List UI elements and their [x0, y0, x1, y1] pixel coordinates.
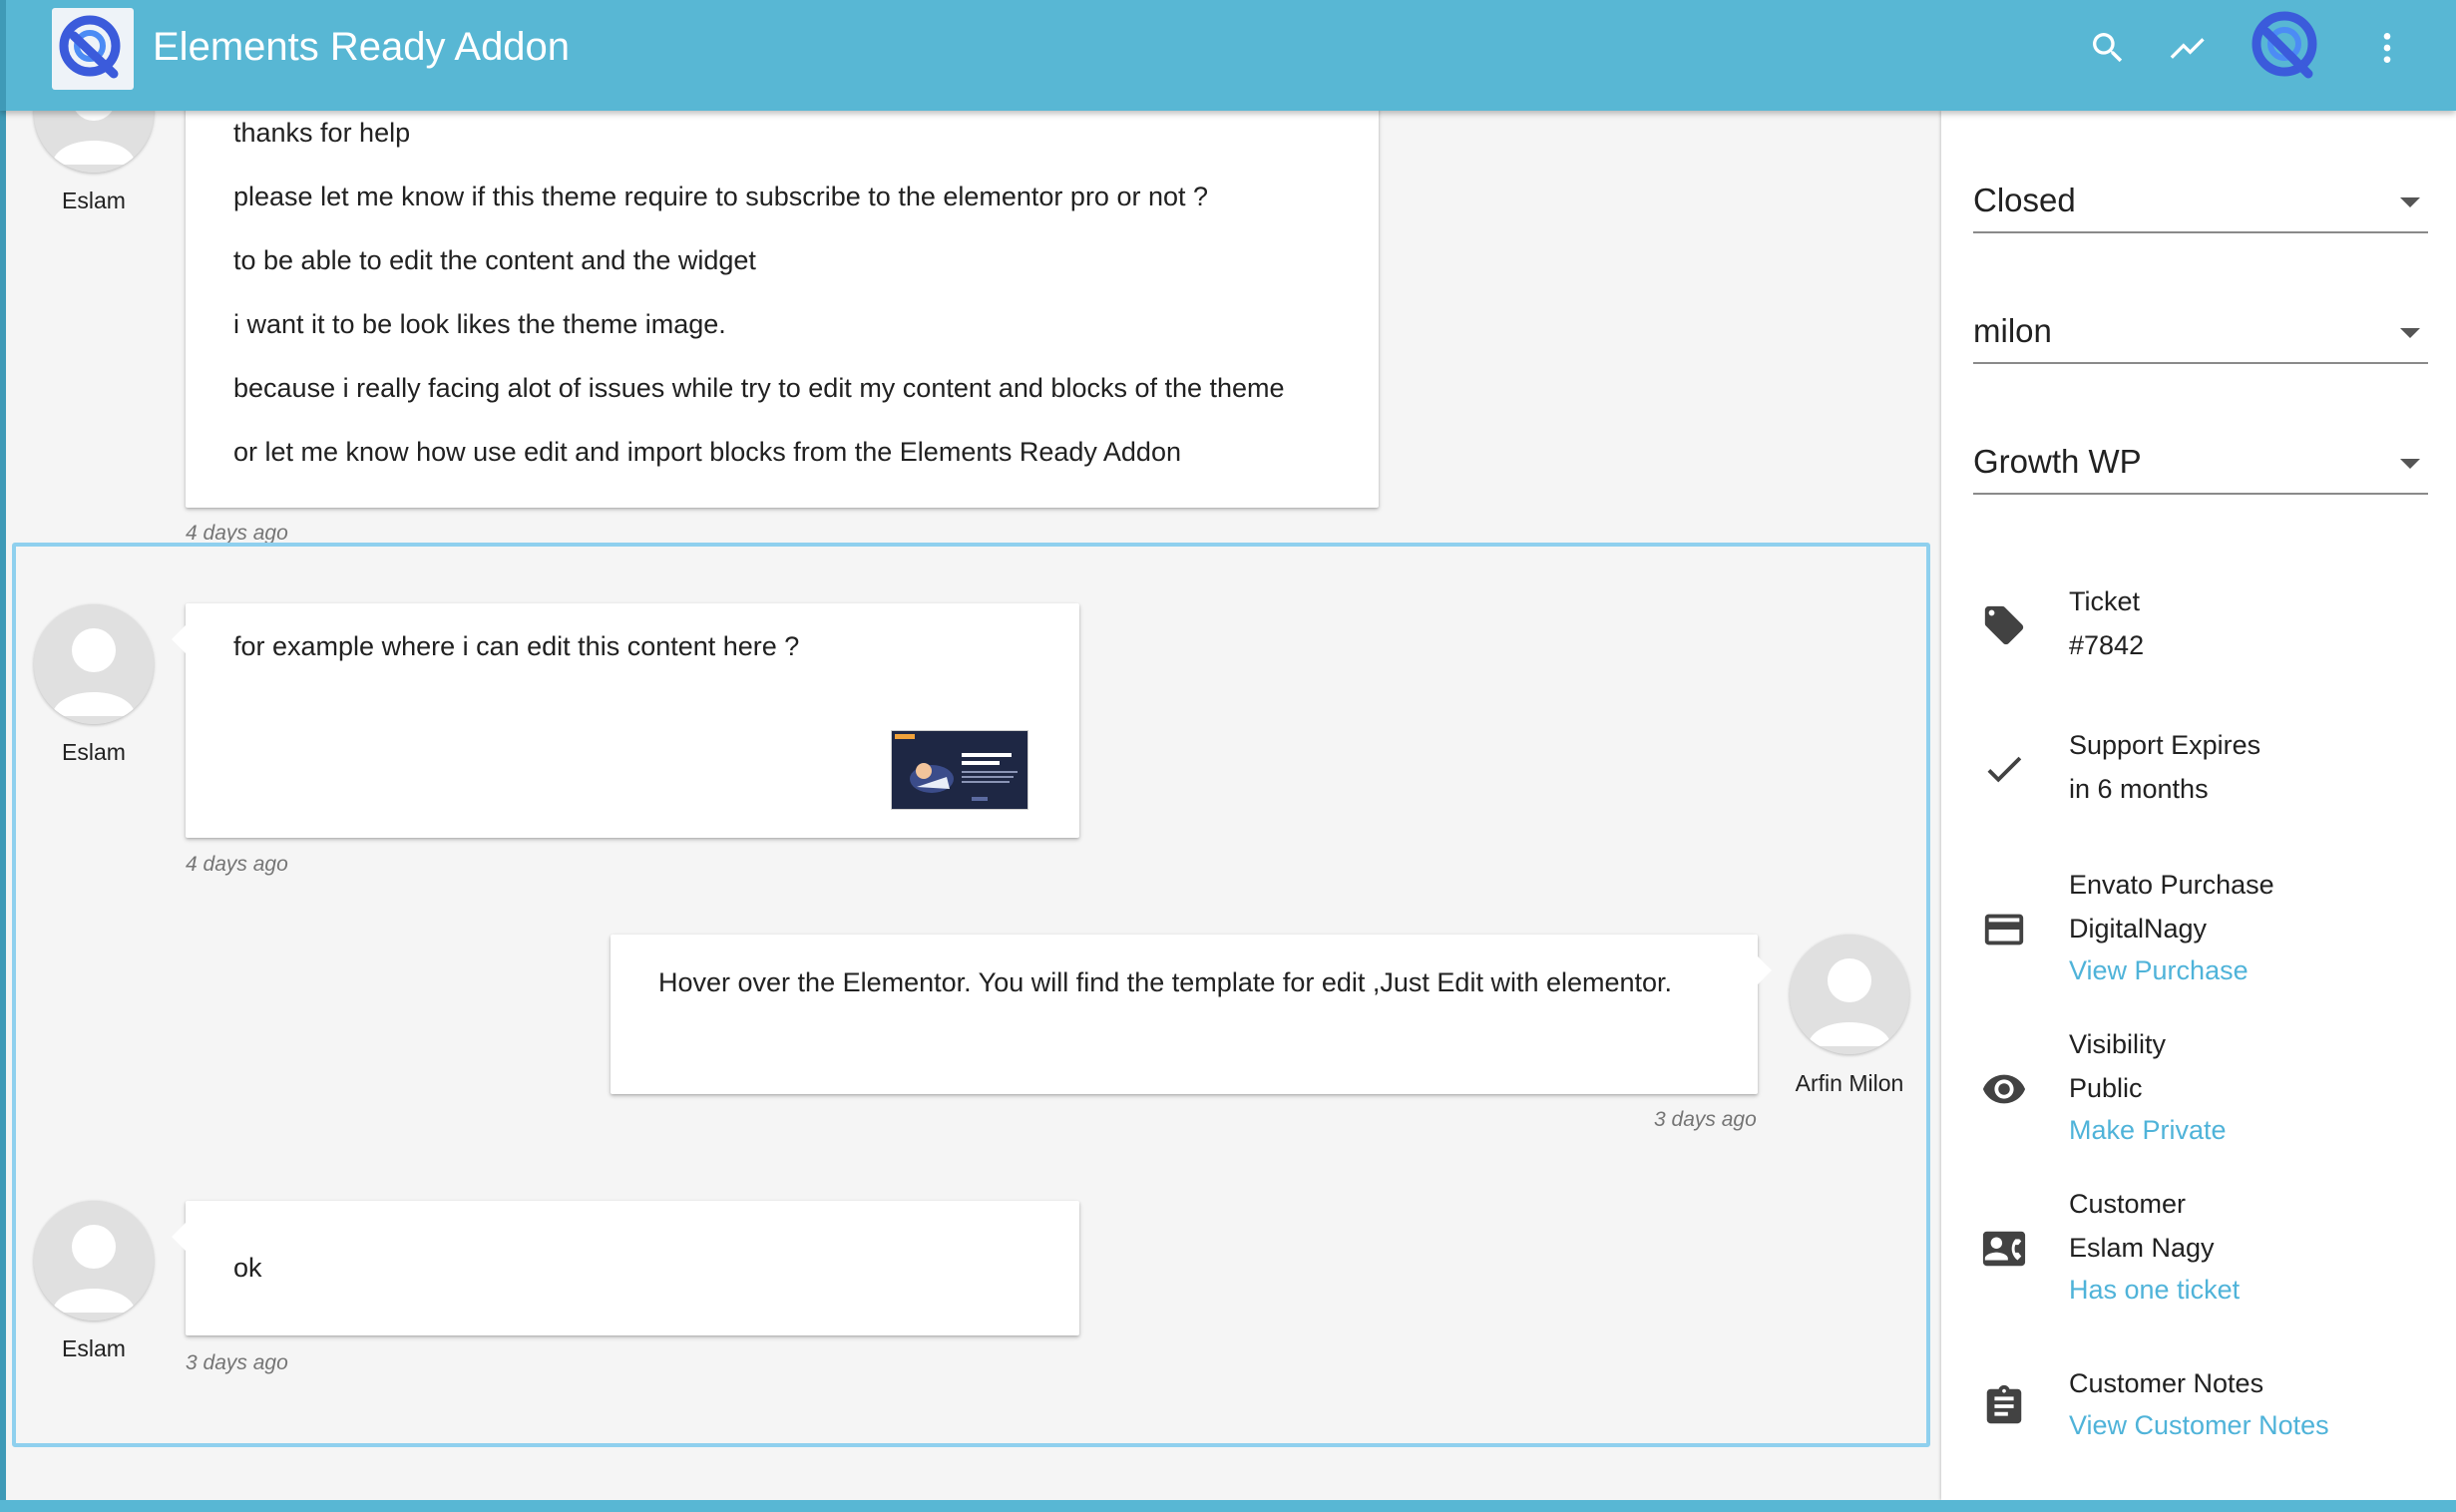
eye-icon [1981, 1066, 2027, 1112]
status-select[interactable]: Closed [1973, 174, 2428, 233]
author-name: Arfin Milon [1795, 1070, 1904, 1096]
make-private-link[interactable]: Make Private [2069, 1110, 2227, 1150]
customer-label: Customer [2069, 1189, 2187, 1219]
purchase-username: DigitalNagy [2069, 914, 2208, 944]
more-menu-button[interactable] [2364, 25, 2410, 71]
card-pointer [172, 1223, 186, 1251]
search-icon [2093, 33, 2123, 63]
tag-icon [1981, 602, 2027, 648]
support-text: Support Expires in 6 months [2069, 723, 2260, 811]
agent-select-value: milon [1973, 312, 2052, 349]
customer-name: Eslam Nagy [2069, 1233, 2215, 1263]
check-icon [1981, 746, 2027, 792]
message-card: Hover over the Elementor. You will find … [611, 935, 1772, 1094]
clipboard-icon [1981, 1383, 2027, 1429]
message-text: Hover over the Elementor. You will find … [658, 967, 1673, 997]
card-pointer [172, 625, 186, 653]
user-avatar-button[interactable] [2247, 6, 2326, 86]
avatar [34, 1201, 154, 1321]
main-edge [0, 111, 6, 1502]
message-card: thanks for help please let me know if th… [186, 111, 1379, 508]
message-text: or let me know how use edit and import b… [233, 437, 1181, 467]
app-logo[interactable] [52, 8, 134, 90]
author-name: Eslam [62, 1335, 126, 1361]
ticket-sidebar: Closed milon Growth WP Ticket #7842 Supp… [1941, 111, 2456, 1500]
message-text: to be able to edit the content and the w… [233, 245, 756, 275]
image-icon [892, 731, 1027, 809]
purchase-label: Envato Purchase [2069, 870, 2274, 900]
message-text: i want it to be look likes the theme ima… [233, 309, 726, 339]
message-text: thanks for help [233, 118, 411, 148]
avatar [1790, 935, 1909, 1054]
support-expiry: in 6 months [2069, 774, 2209, 804]
view-purchase-link[interactable]: View Purchase [2069, 950, 2274, 990]
customer-text: Customer Eslam Nagy Has one ticket [2069, 1182, 2240, 1310]
contact-card-icon [1981, 1226, 2027, 1272]
ticket-label: Ticket [2069, 586, 2141, 616]
bottom-bar [0, 1500, 2456, 1512]
message-timestamp: 4 days ago [186, 522, 288, 545]
product-select[interactable]: Growth WP [1973, 435, 2428, 495]
message-text: for example where i can edit this conten… [233, 631, 800, 661]
trending-up-icon [2170, 38, 2205, 59]
view-customer-notes-link[interactable]: View Customer Notes [2069, 1405, 2329, 1445]
agent-select[interactable]: milon [1973, 304, 2428, 364]
app-bar: Elements Ready Addon [0, 0, 2456, 111]
customer-notes-label: Customer Notes [2069, 1368, 2264, 1398]
author-name: Eslam [62, 188, 126, 213]
logo-icon [59, 15, 121, 79]
dropdown-arrow-icon [2400, 459, 2420, 469]
message-card: ok [172, 1201, 1079, 1335]
person-icon [34, 604, 154, 724]
support-label: Support Expires [2069, 730, 2261, 760]
person-icon [34, 111, 154, 173]
message-timestamp: 4 days ago [186, 853, 288, 876]
user-avatar-icon [2251, 11, 2317, 79]
status-select-value: Closed [1973, 182, 2076, 218]
person-icon [34, 1201, 154, 1321]
more-vert-icon [2383, 33, 2391, 63]
ticket-text: Ticket #7842 [2069, 579, 2144, 667]
app-bar-edge [0, 0, 6, 111]
customer-tickets-link[interactable]: Has one ticket [2069, 1270, 2240, 1310]
credit-card-icon [1981, 907, 2027, 952]
purchase-text: Envato Purchase DigitalNagy View Purchas… [2069, 863, 2274, 990]
author-name: Eslam [62, 739, 126, 765]
conversation-panel[interactable]: Eslam thanks for help please let me know… [0, 111, 1941, 1502]
message-timestamp: 3 days ago [186, 1351, 288, 1374]
attachment-thumbnail[interactable] [891, 730, 1028, 810]
message-card: for example where i can edit this conten… [172, 603, 1079, 838]
visibility-label: Visibility [2069, 1029, 2167, 1059]
ticket-number: #7842 [2069, 630, 2145, 660]
person-icon [1790, 935, 1909, 1054]
app-title: Elements Ready Addon [153, 25, 571, 69]
visibility-text: Visibility Public Make Private [2069, 1022, 2227, 1150]
dropdown-arrow-icon [2400, 197, 2420, 207]
search-button[interactable] [2085, 25, 2131, 71]
avatar [34, 111, 154, 173]
message-text: because i really facing alot of issues w… [233, 373, 1285, 403]
statistics-button[interactable] [2165, 25, 2211, 71]
visibility-value: Public [2069, 1073, 2143, 1103]
product-select-value: Growth WP [1973, 443, 2142, 480]
message-timestamp: 3 days ago [1654, 1108, 1757, 1131]
message-text: ok [233, 1253, 262, 1283]
customer-notes-text: Customer Notes View Customer Notes [2069, 1361, 2329, 1445]
avatar [34, 604, 154, 724]
message-text: please let me know if this theme require… [233, 182, 1209, 211]
dropdown-arrow-icon [2400, 328, 2420, 338]
card-pointer [1758, 956, 1772, 984]
